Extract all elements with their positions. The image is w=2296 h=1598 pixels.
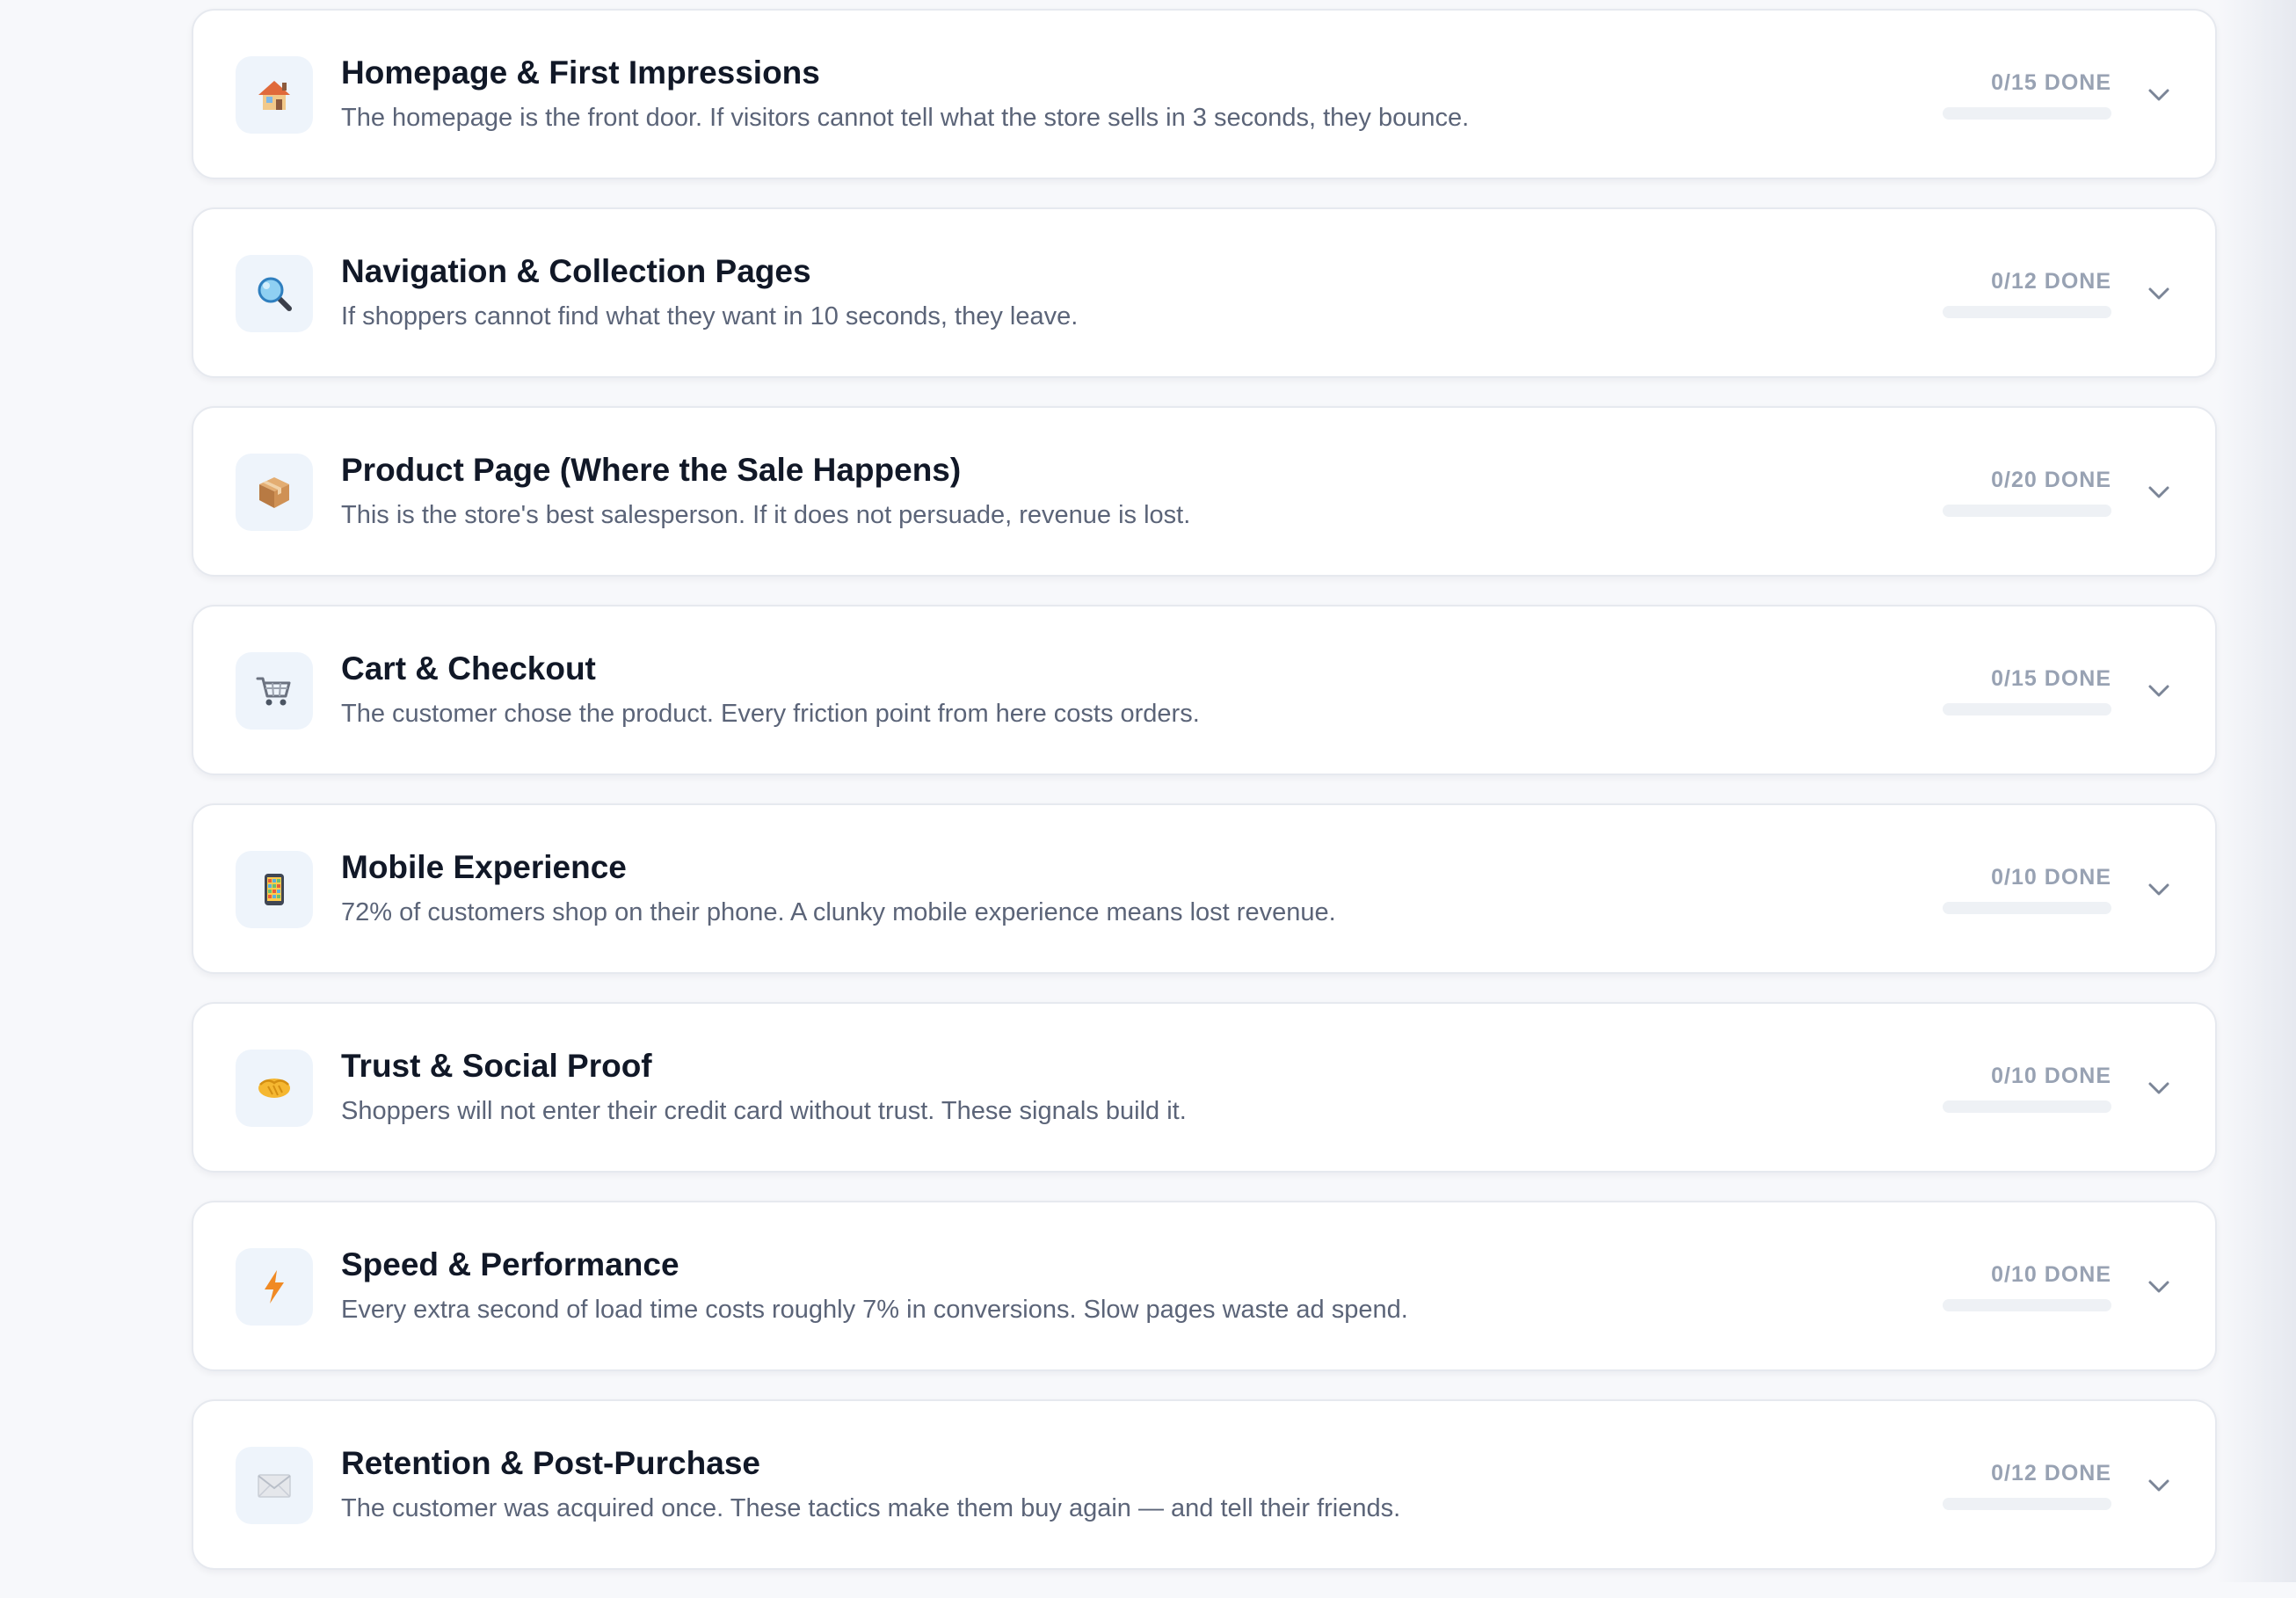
section-title: Mobile Experience	[341, 849, 627, 885]
section-card-cart-checkout[interactable]: Cart & Checkout The customer chose the p…	[192, 605, 2217, 775]
section-title: Retention & Post-Purchase	[341, 1445, 760, 1481]
section-card-speed[interactable]: Speed & Performance Every extra second o…	[192, 1201, 2217, 1371]
section-progress-bar	[1943, 1498, 2111, 1510]
section-icon-box	[236, 255, 313, 332]
house-icon	[258, 81, 290, 110]
package-icon	[259, 477, 289, 508]
expand-section-button[interactable]	[2145, 875, 2173, 904]
section-progress-count: 0/20 DONE	[1991, 468, 2111, 492]
section-card-navigation[interactable]: Navigation & Collection Pages If shopper…	[192, 207, 2217, 378]
section-progress-bar	[1943, 107, 2111, 120]
chevron-down-icon	[2148, 1281, 2169, 1293]
section-card-mobile[interactable]: Mobile Experience 72% of customers shop …	[192, 803, 2217, 974]
section-title: Trust & Social Proof	[341, 1048, 652, 1084]
expand-section-button[interactable]	[2145, 280, 2173, 308]
section-progress-bar	[1943, 703, 2111, 715]
section-icon-box	[236, 454, 313, 531]
section-description: If shoppers cannot find what they want i…	[341, 302, 1079, 330]
section-description: This is the store's best salesperson. If…	[341, 501, 1191, 529]
expand-section-button[interactable]	[2145, 478, 2173, 506]
section-title: Speed & Performance	[341, 1246, 679, 1282]
section-progress-count: 0/12 DONE	[1991, 269, 2111, 294]
section-title: Cart & Checkout	[341, 650, 596, 686]
section-card-product-page[interactable]: Product Page (Where the Sale Happens) Th…	[192, 406, 2217, 577]
section-icon-box	[236, 1248, 313, 1326]
chevron-down-icon	[2148, 486, 2169, 498]
section-progress-count: 0/10 DONE	[1991, 865, 2111, 890]
section-card-retention[interactable]: Retention & Post-Purchase The customer w…	[192, 1399, 2217, 1570]
section-description: The homepage is the front door. If visit…	[341, 104, 1470, 132]
expand-section-button[interactable]	[2145, 1074, 2173, 1102]
section-icon-box	[236, 56, 313, 134]
section-progress-bar	[1943, 902, 2111, 914]
chevron-down-icon	[2148, 1082, 2169, 1094]
page-edge-shadow	[2217, 0, 2296, 1582]
mobile-icon	[265, 874, 284, 905]
chevron-down-icon	[2148, 89, 2169, 101]
section-icon-box	[236, 1050, 313, 1127]
section-description: 72% of customers shop on their phone. A …	[341, 898, 1336, 926]
section-progress-count: 0/10 DONE	[1991, 1262, 2111, 1287]
lightning-icon	[265, 1270, 284, 1304]
section-title: Navigation & Collection Pages	[341, 253, 811, 289]
cart-icon	[256, 677, 291, 706]
handshake-icon	[258, 1079, 290, 1098]
section-title: Product Page (Where the Sale Happens)	[341, 452, 962, 488]
expand-section-button[interactable]	[2145, 1273, 2173, 1301]
checklist-sections: Homepage & First Impressions The homepag…	[192, 9, 2217, 1598]
section-progress-bar	[1943, 505, 2111, 517]
section-progress-count: 0/12 DONE	[1991, 1461, 2111, 1485]
section-description: Shoppers will not enter their credit car…	[341, 1097, 1187, 1125]
chevron-down-icon	[2148, 685, 2169, 697]
magnifier-icon	[258, 277, 292, 311]
section-description: The customer was acquired once. These ta…	[341, 1494, 1401, 1522]
section-description: Every extra second of load time costs ro…	[341, 1296, 1408, 1324]
chevron-down-icon	[2148, 883, 2169, 896]
section-description: The customer chose the product. Every fr…	[341, 700, 1200, 728]
chevron-down-icon	[2148, 287, 2169, 300]
section-card-homepage[interactable]: Homepage & First Impressions The homepag…	[192, 9, 2217, 179]
expand-section-button[interactable]	[2145, 677, 2173, 705]
section-card-trust[interactable]: Trust & Social Proof Shoppers will not e…	[192, 1002, 2217, 1173]
section-progress-bar	[1943, 1299, 2111, 1311]
section-progress-bar	[1943, 306, 2111, 318]
section-icon-box	[236, 652, 313, 730]
section-progress-count: 0/10 DONE	[1991, 1064, 2111, 1088]
expand-section-button[interactable]	[2145, 81, 2173, 109]
section-icon-box	[236, 851, 313, 928]
section-title: Homepage & First Impressions	[341, 54, 820, 91]
envelope-icon	[258, 1474, 291, 1498]
section-progress-bar	[1943, 1100, 2111, 1113]
expand-section-button[interactable]	[2145, 1471, 2173, 1500]
section-progress-count: 0/15 DONE	[1991, 666, 2111, 691]
chevron-down-icon	[2148, 1479, 2169, 1492]
section-icon-box	[236, 1447, 313, 1524]
section-progress-count: 0/15 DONE	[1991, 70, 2111, 95]
